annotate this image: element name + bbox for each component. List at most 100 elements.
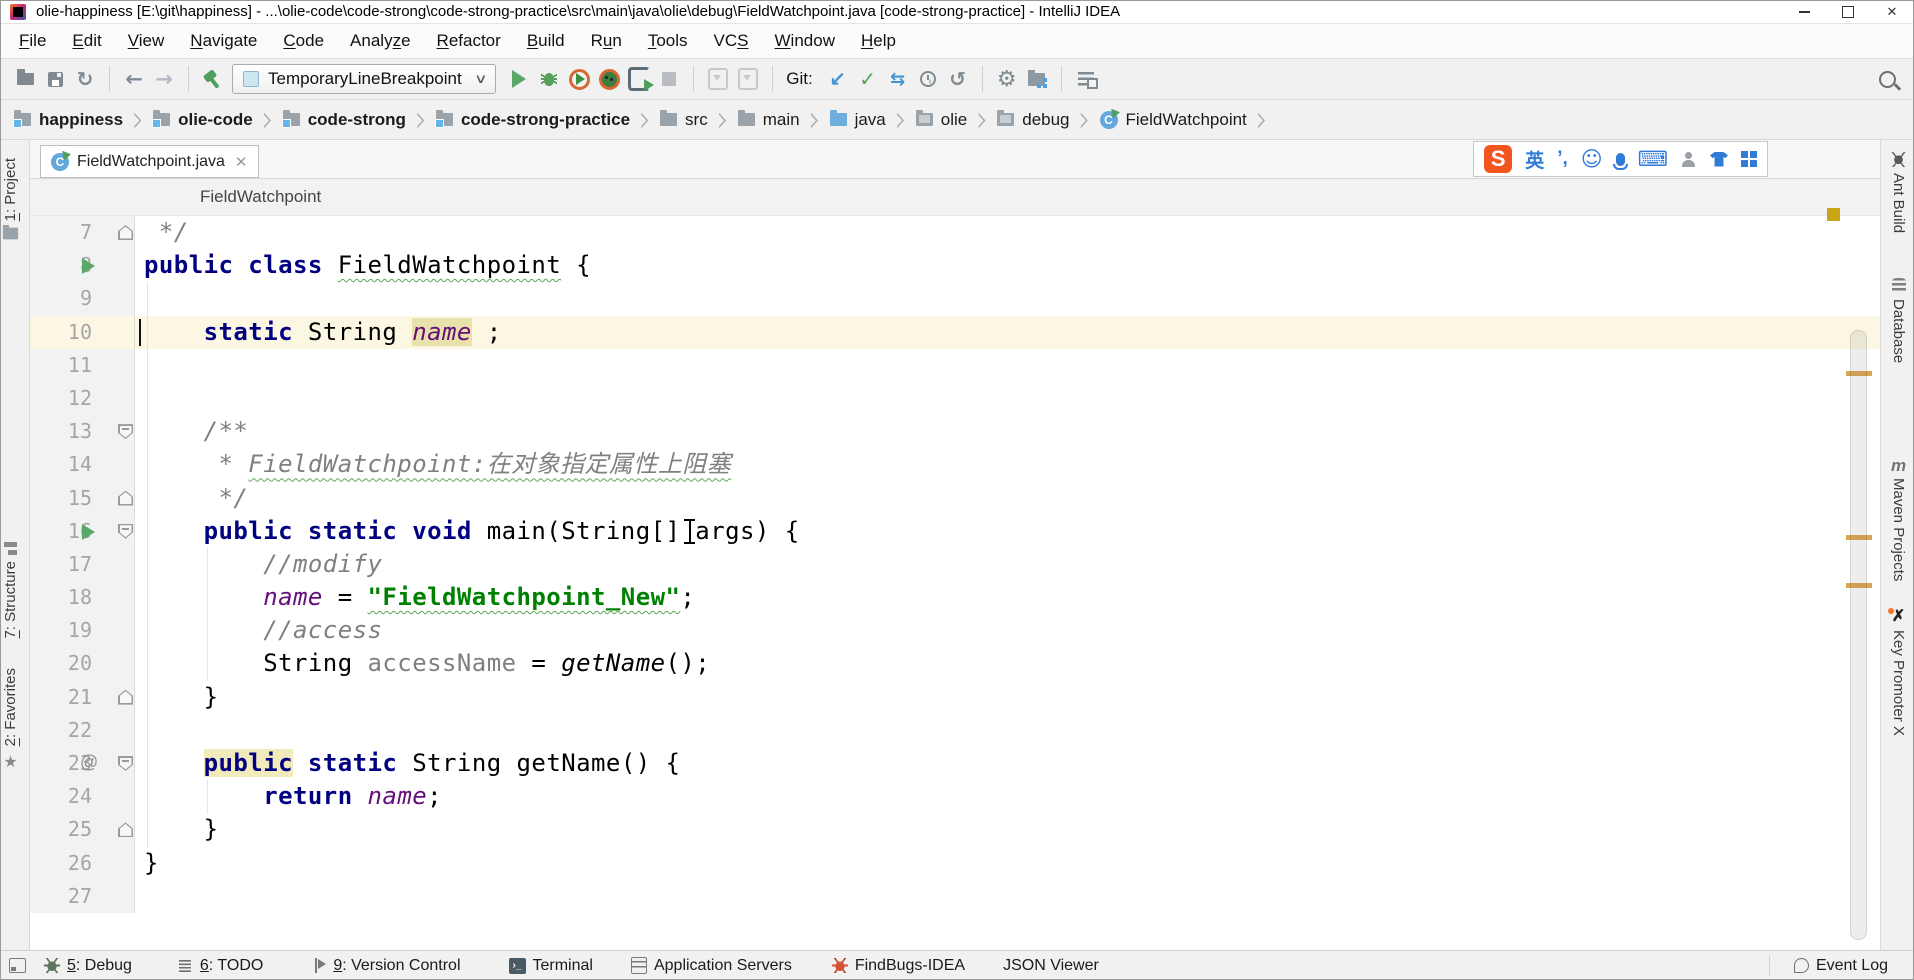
menu-build[interactable]: Build xyxy=(514,31,578,51)
synchronize-button[interactable]: ↻ xyxy=(70,64,100,94)
forward-button[interactable]: → xyxy=(149,64,179,94)
code-line-12[interactable]: 12 xyxy=(30,382,1880,415)
statusbar-findbugs-idea[interactable]: FindBugs-IDEA xyxy=(832,957,965,975)
fold-marker-icon[interactable] xyxy=(118,756,133,771)
run-configuration-select[interactable]: TemporaryLineBreakpoint ∨ xyxy=(232,64,496,94)
statusbar-terminal[interactable]: ›_Terminal xyxy=(509,957,593,975)
code-line-15[interactable]: 15 */ xyxy=(30,482,1880,515)
code-line-13[interactable]: 13 /** xyxy=(30,415,1880,448)
code-line-7[interactable]: 7 */ xyxy=(30,216,1880,249)
inspection-status-indicator[interactable] xyxy=(1827,208,1840,221)
gutter-line-19[interactable]: 19 xyxy=(30,614,135,647)
back-button[interactable]: ← xyxy=(119,64,149,94)
breadcrumb-item-olie[interactable]: olie xyxy=(916,110,967,130)
sidebar-item-favorites[interactable]: 2: Favorites ★ xyxy=(2,668,19,771)
code-line-21[interactable]: 21 } xyxy=(30,681,1880,714)
menu-analyze[interactable]: Analyze xyxy=(337,31,424,51)
fold-marker-icon[interactable] xyxy=(118,822,133,837)
statusbar--debug[interactable]: 5: Debug xyxy=(44,957,132,975)
debug-button[interactable] xyxy=(534,64,564,94)
menu-tools[interactable]: Tools xyxy=(635,31,701,51)
gutter-line-22[interactable]: 22 xyxy=(30,714,135,747)
breadcrumb-item-code-strong[interactable]: code-strong xyxy=(283,110,406,130)
sogou-logo-icon[interactable]: S xyxy=(1484,145,1512,173)
git-merge-button[interactable]: ⇆ xyxy=(883,64,913,94)
menu-vcs[interactable]: VCS xyxy=(701,31,762,51)
run-gutter-icon[interactable] xyxy=(82,258,95,274)
toolwindow-database[interactable]: Database xyxy=(1890,278,1907,363)
breadcrumb-item-happiness[interactable]: happiness xyxy=(14,110,123,130)
debug-with-coverage-button[interactable] xyxy=(594,64,624,94)
code-line-24[interactable]: 24 return name; xyxy=(30,780,1880,813)
menu-window[interactable]: Window xyxy=(762,31,848,51)
run-gutter-icon[interactable] xyxy=(82,524,95,540)
menu-file[interactable]: File xyxy=(6,31,59,51)
stop-button[interactable] xyxy=(654,64,684,94)
menu-run[interactable]: Run xyxy=(578,31,635,51)
settings-button[interactable]: ⚙ xyxy=(992,64,1022,94)
menu-code[interactable]: Code xyxy=(270,31,337,51)
code-line-9[interactable]: 9 xyxy=(30,282,1880,315)
attach-to-process-button[interactable] xyxy=(703,64,733,94)
code-line-17[interactable]: 17 //modify xyxy=(30,548,1880,581)
breadcrumb-item-olie-code[interactable]: olie-code xyxy=(153,110,253,130)
ime-toolbox-icon[interactable] xyxy=(1741,151,1757,167)
code-line-16[interactable]: 16 public static void main(String[] args… xyxy=(30,515,1880,548)
code-line-14[interactable]: 14 * FieldWatchpoint:在对象指定属性上阻塞 xyxy=(30,448,1880,481)
gutter-line-15[interactable]: 15 xyxy=(30,482,135,515)
statusbar-application-servers[interactable]: Application Servers xyxy=(631,957,792,975)
git-rollback-button[interactable]: ↺ xyxy=(943,64,973,94)
toolwindow-key-promoter[interactable]: ✗ Key Promoter X xyxy=(1890,610,1907,736)
ime-language-toggle[interactable]: 英 xyxy=(1525,146,1544,173)
fold-marker-icon[interactable] xyxy=(118,225,133,240)
breadcrumb-item-src[interactable]: src xyxy=(660,110,708,130)
compile-button[interactable] xyxy=(1071,64,1101,94)
microphone-icon[interactable] xyxy=(1616,153,1625,166)
gutter-line-14[interactable]: 14 xyxy=(30,448,135,481)
gutter-line-17[interactable]: 17 xyxy=(30,548,135,581)
toolwindow-switcher-icon[interactable] xyxy=(9,958,26,973)
minimize-button[interactable] xyxy=(1782,0,1826,23)
emoji-icon[interactable]: ☺ xyxy=(1581,147,1603,171)
gutter-line-23[interactable]: 23@ xyxy=(30,747,135,780)
maximize-button[interactable] xyxy=(1826,0,1870,23)
gutter-line-18[interactable]: 18 xyxy=(30,581,135,614)
ime-punctuation-toggle[interactable]: ’, xyxy=(1557,148,1568,170)
code-line-20[interactable]: 20 String accessName = getName(); xyxy=(30,647,1880,680)
code-line-10[interactable]: 10 static String name ; xyxy=(30,316,1880,349)
menu-view[interactable]: View xyxy=(115,31,178,51)
statusbar--version-control[interactable]: 9: Version Control xyxy=(313,957,460,975)
code-line-25[interactable]: 25 } xyxy=(30,813,1880,846)
ime-account-icon[interactable] xyxy=(1681,152,1697,167)
gutter-line-24[interactable]: 24 xyxy=(30,780,135,813)
breadcrumb-item-code-strong-practice[interactable]: code-strong-practice xyxy=(436,110,630,130)
gutter-line-9[interactable]: 9 xyxy=(30,282,135,315)
menu-refactor[interactable]: Refactor xyxy=(424,31,514,51)
code-line-11[interactable]: 11 xyxy=(30,349,1880,382)
gutter-line-12[interactable]: 12 xyxy=(30,382,135,415)
code-line-27[interactable]: 27 xyxy=(30,880,1880,913)
gutter-line-27[interactable]: 27 xyxy=(30,880,135,913)
gutter-line-16[interactable]: 16 xyxy=(30,515,135,548)
statusbar--todo[interactable]: ≣6: TODO xyxy=(177,957,263,975)
code-line-8[interactable]: 8public class FieldWatchpoint { xyxy=(30,249,1880,282)
gutter-line-20[interactable]: 20 xyxy=(30,647,135,680)
fold-marker-icon[interactable] xyxy=(118,524,133,539)
code-line-18[interactable]: 18 name = "FieldWatchpoint_New"; xyxy=(30,581,1880,614)
open-button[interactable] xyxy=(10,64,40,94)
menu-edit[interactable]: Edit xyxy=(59,31,114,51)
editor-scrollbar[interactable] xyxy=(1850,330,1867,940)
toolwindow-maven[interactable]: m Maven Projects xyxy=(1890,460,1907,581)
menu-navigate[interactable]: Navigate xyxy=(177,31,270,51)
statusbar-json-viewer[interactable]: JSON Viewer xyxy=(1003,957,1099,975)
breadcrumb-item-debug[interactable]: debug xyxy=(997,110,1069,130)
sidebar-item-structure[interactable]: 7: Structure xyxy=(2,542,19,639)
code-editor[interactable]: 7 */8public class FieldWatchpoint {910 s… xyxy=(30,216,1880,950)
ime-skin-icon[interactable] xyxy=(1710,152,1728,167)
gutter-line-11[interactable]: 11 xyxy=(30,349,135,382)
gutter-line-26[interactable]: 26 xyxy=(30,847,135,880)
run-with-coverage-button[interactable] xyxy=(564,64,594,94)
gutter-line-10[interactable]: 10 xyxy=(30,316,135,349)
breadcrumb-item-java[interactable]: java xyxy=(830,110,886,130)
fold-marker-icon[interactable] xyxy=(118,424,133,439)
